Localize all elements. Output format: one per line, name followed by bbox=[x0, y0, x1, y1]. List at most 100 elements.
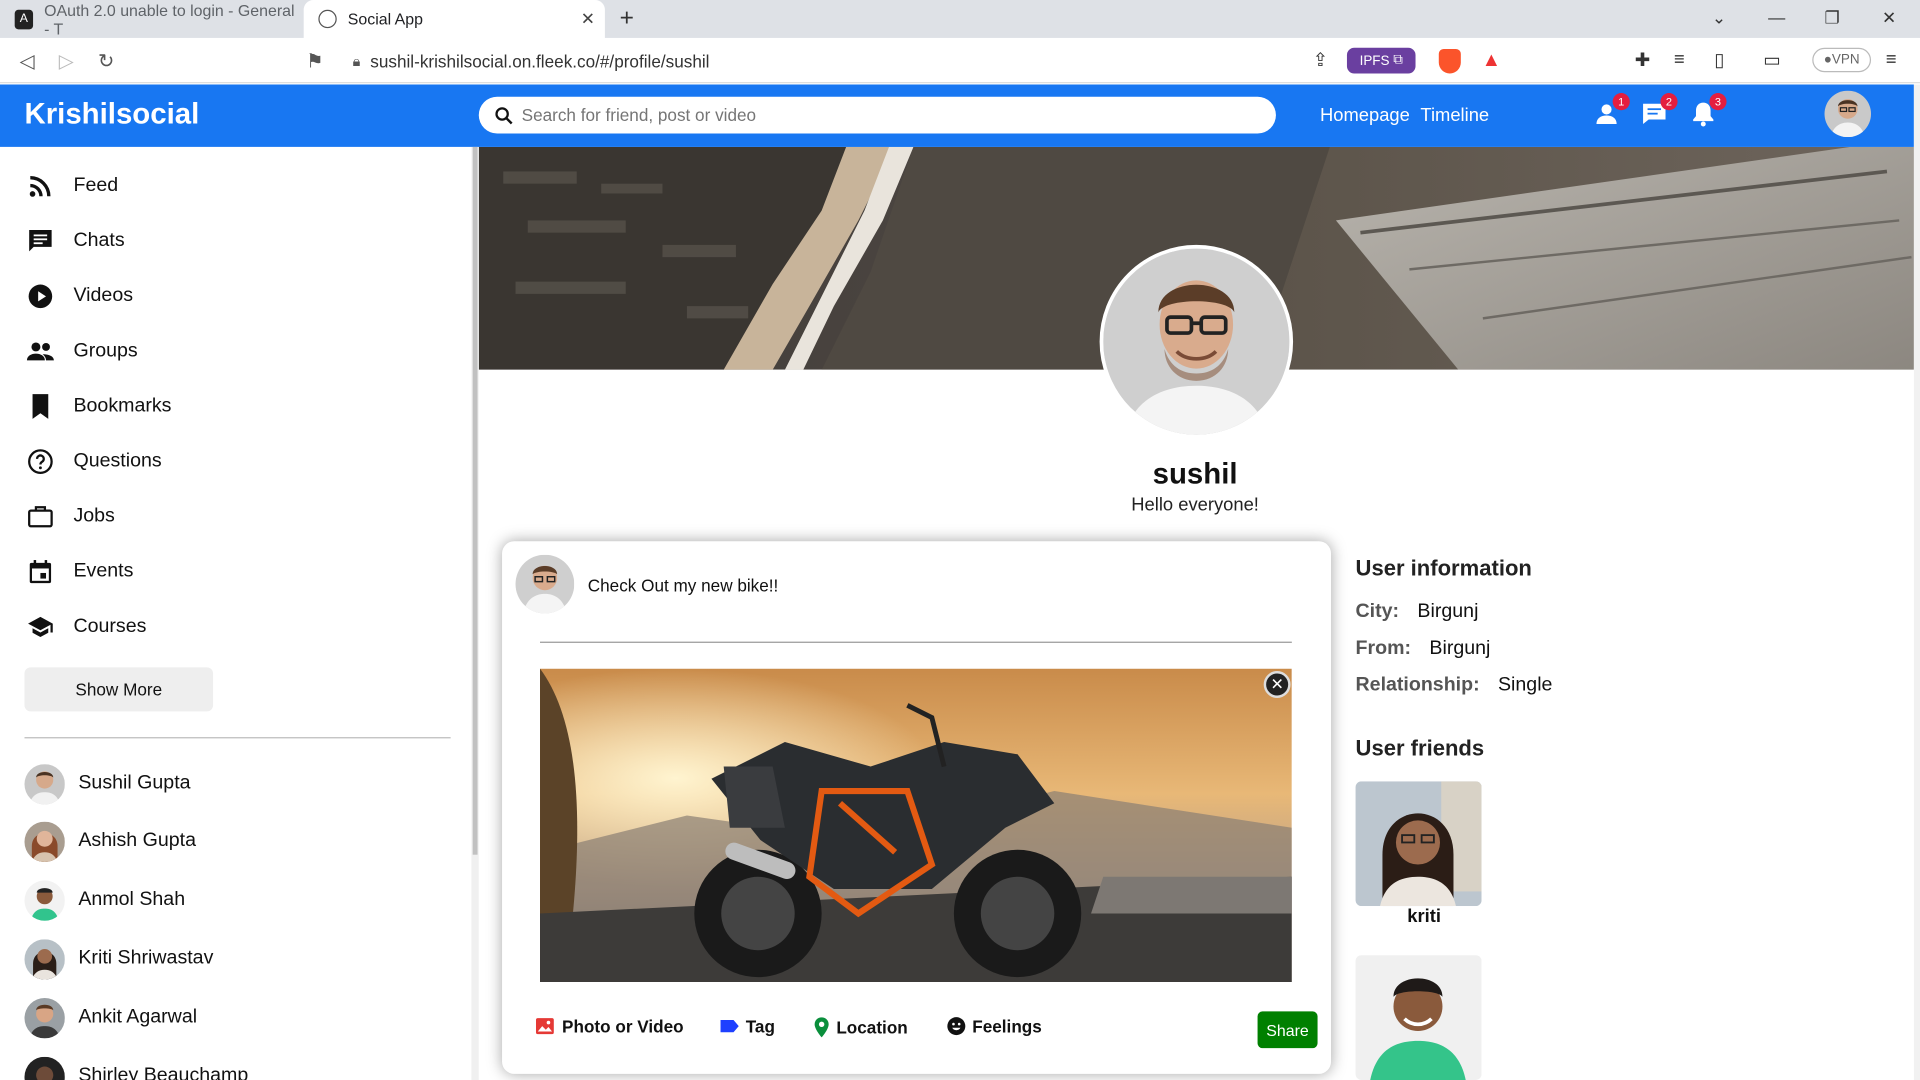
sidebar-item-label: Bookmarks bbox=[73, 395, 172, 417]
avatar bbox=[24, 938, 65, 979]
brave-rewards-icon[interactable]: ▲ bbox=[1482, 50, 1501, 72]
close-tab-icon[interactable]: ✕ bbox=[581, 9, 595, 30]
sidebar-item-questions[interactable]: Questions bbox=[24, 444, 162, 478]
browser-tab-social-app[interactable]: Social App ✕ bbox=[303, 0, 605, 38]
search-bar[interactable] bbox=[478, 96, 1276, 134]
briefcase-icon bbox=[24, 502, 56, 531]
notifications-icon[interactable]: 3 bbox=[1690, 93, 1727, 133]
feelings-option[interactable]: Feelings bbox=[947, 1016, 1042, 1036]
sidebar-item-courses[interactable]: Courses bbox=[24, 610, 146, 644]
sidebar-item-label: Groups bbox=[73, 340, 138, 362]
search-icon bbox=[493, 105, 514, 126]
sidebar-item-label: Videos bbox=[73, 285, 134, 307]
sidebar-item-groups[interactable]: Groups bbox=[24, 334, 138, 368]
school-icon bbox=[24, 612, 56, 641]
option-label: Tag bbox=[745, 1016, 775, 1036]
ipfs-label: IPFS bbox=[1359, 53, 1390, 68]
sidebar-item-events[interactable]: Events bbox=[24, 555, 133, 589]
bookmark-icon bbox=[24, 392, 56, 421]
info-row-from: From: Birgunj bbox=[1356, 638, 1491, 660]
messages-icon[interactable]: 2 bbox=[1641, 93, 1678, 133]
help-circle-icon bbox=[24, 447, 56, 476]
menu-icon[interactable]: ≡ bbox=[1886, 49, 1897, 70]
window-close-icon[interactable]: ✕ bbox=[1882, 7, 1896, 28]
sidebar-item-videos[interactable]: Videos bbox=[24, 279, 133, 313]
brave-shields-icon[interactable] bbox=[1438, 48, 1461, 74]
info-value: Birgunj bbox=[1417, 601, 1479, 623]
friend-list-item[interactable]: Shirley Beauchamp bbox=[24, 1056, 248, 1080]
friend-name: Ashish Gupta bbox=[78, 830, 196, 852]
sidebar-item-chats[interactable]: Chats bbox=[24, 224, 125, 258]
friend-name: Kriti Shriwastav bbox=[78, 947, 214, 969]
browser-tab-oauth[interactable]: A OAuth 2.0 unable to login - General - … bbox=[0, 0, 301, 38]
user-friends-title: User friends bbox=[1355, 735, 1485, 761]
option-label: Feelings bbox=[972, 1016, 1042, 1036]
minimize-icon[interactable]: — bbox=[1768, 7, 1785, 27]
tag-option[interactable]: Tag bbox=[719, 1016, 775, 1036]
app-topbar: Krishilsocial Homepage Timeline 1 2 3 bbox=[0, 84, 1914, 147]
media-playlist-icon[interactable]: ≡ bbox=[1674, 49, 1685, 70]
info-row-city: City: Birgunj bbox=[1356, 601, 1479, 623]
share-button[interactable]: Share bbox=[1257, 1011, 1318, 1049]
messages-badge: 2 bbox=[1660, 93, 1678, 111]
friend-name: Anmol Shah bbox=[78, 888, 186, 910]
sidebar-toggle-icon[interactable]: ▯ bbox=[1714, 49, 1724, 71]
user-avatar[interactable] bbox=[1824, 90, 1872, 138]
info-key: City: bbox=[1355, 601, 1400, 623]
address-bar[interactable]: 🔒︎ sushil-krishilsocial.on.fleek.co/#/pr… bbox=[340, 44, 1514, 79]
avatar bbox=[24, 763, 65, 804]
vpn-button[interactable]: ● VPN bbox=[1812, 47, 1872, 73]
new-tab-icon[interactable]: + bbox=[620, 5, 634, 33]
group-icon bbox=[24, 337, 56, 366]
user-friend-name[interactable]: kriti bbox=[1356, 906, 1493, 927]
photo-video-option[interactable]: Photo or Video bbox=[534, 1016, 684, 1036]
tab-search-chevron-icon[interactable]: ⌄ bbox=[1712, 7, 1726, 28]
friend-list-item[interactable]: Sushil Gupta bbox=[24, 763, 191, 805]
ipfs-button[interactable]: IPFS ⧉ bbox=[1346, 47, 1416, 74]
option-label: Photo or Video bbox=[562, 1016, 684, 1036]
profile-picture[interactable] bbox=[1099, 244, 1294, 439]
sidebar-item-feed[interactable]: Feed bbox=[24, 169, 118, 203]
user-friend-photo[interactable] bbox=[1355, 781, 1482, 907]
share-page-icon[interactable]: ⇪ bbox=[1313, 49, 1328, 71]
location-option[interactable]: Location bbox=[813, 1016, 908, 1038]
sidebar: Feed Chats Videos Groups Bookmarks Quest… bbox=[0, 146, 472, 1080]
notifications-badge: 3 bbox=[1709, 93, 1727, 111]
avatar bbox=[24, 879, 65, 921]
info-key: From: bbox=[1355, 637, 1412, 659]
share-post-box: Check Out my new bike!! ✕ Photo or Video… bbox=[502, 541, 1332, 1074]
friend-list-item[interactable]: Ashish Gupta bbox=[24, 820, 196, 862]
extensions-icon[interactable]: ✚ bbox=[1635, 49, 1650, 71]
vpn-label: VPN bbox=[1831, 52, 1860, 68]
bookmark-page-icon[interactable]: ⚑ bbox=[306, 49, 324, 73]
friend-list-item[interactable]: Anmol Shah bbox=[24, 879, 185, 921]
sidebar-scrollbar-thumb[interactable] bbox=[472, 146, 478, 855]
site-favicon-icon: A bbox=[14, 9, 34, 29]
restore-icon[interactable]: ❐ bbox=[1825, 7, 1840, 28]
app-logo[interactable]: Krishilsocial bbox=[24, 98, 199, 132]
user-friend-photo[interactable] bbox=[1355, 955, 1482, 1080]
show-more-button[interactable]: Show More bbox=[24, 667, 214, 712]
back-icon[interactable]: ◁ bbox=[20, 49, 35, 73]
search-input[interactable] bbox=[521, 105, 1208, 125]
rss-feed-icon bbox=[24, 171, 56, 200]
sidebar-scrollbar[interactable] bbox=[471, 146, 479, 1080]
info-key: Relationship: bbox=[1355, 674, 1480, 696]
homepage-link[interactable]: Homepage bbox=[1320, 105, 1410, 126]
friend-name: Shirley Beauchamp bbox=[78, 1065, 249, 1080]
page-scrollbar[interactable] bbox=[1913, 84, 1920, 1080]
timeline-link[interactable]: Timeline bbox=[1420, 105, 1489, 126]
reload-icon[interactable]: ↻ bbox=[98, 49, 114, 73]
wallet-icon[interactable]: ▭ bbox=[1763, 49, 1780, 71]
friend-list-item[interactable]: Ankit Agarwal bbox=[24, 997, 197, 1039]
globe-icon bbox=[318, 9, 337, 29]
friend-requests-icon[interactable]: 1 bbox=[1593, 93, 1630, 133]
sidebar-item-bookmarks[interactable]: Bookmarks bbox=[24, 389, 171, 423]
sidebar-item-jobs[interactable]: Jobs bbox=[24, 500, 115, 534]
friend-list-item[interactable]: Kriti Shriwastav bbox=[24, 938, 213, 980]
remove-image-button[interactable]: ✕ bbox=[1263, 671, 1291, 698]
profile-description: Hello everyone! bbox=[1131, 494, 1259, 516]
forward-icon[interactable]: ▷ bbox=[59, 49, 74, 73]
sidebar-item-label: Courses bbox=[73, 615, 147, 637]
post-text-input[interactable]: Check Out my new bike!! bbox=[588, 576, 779, 596]
